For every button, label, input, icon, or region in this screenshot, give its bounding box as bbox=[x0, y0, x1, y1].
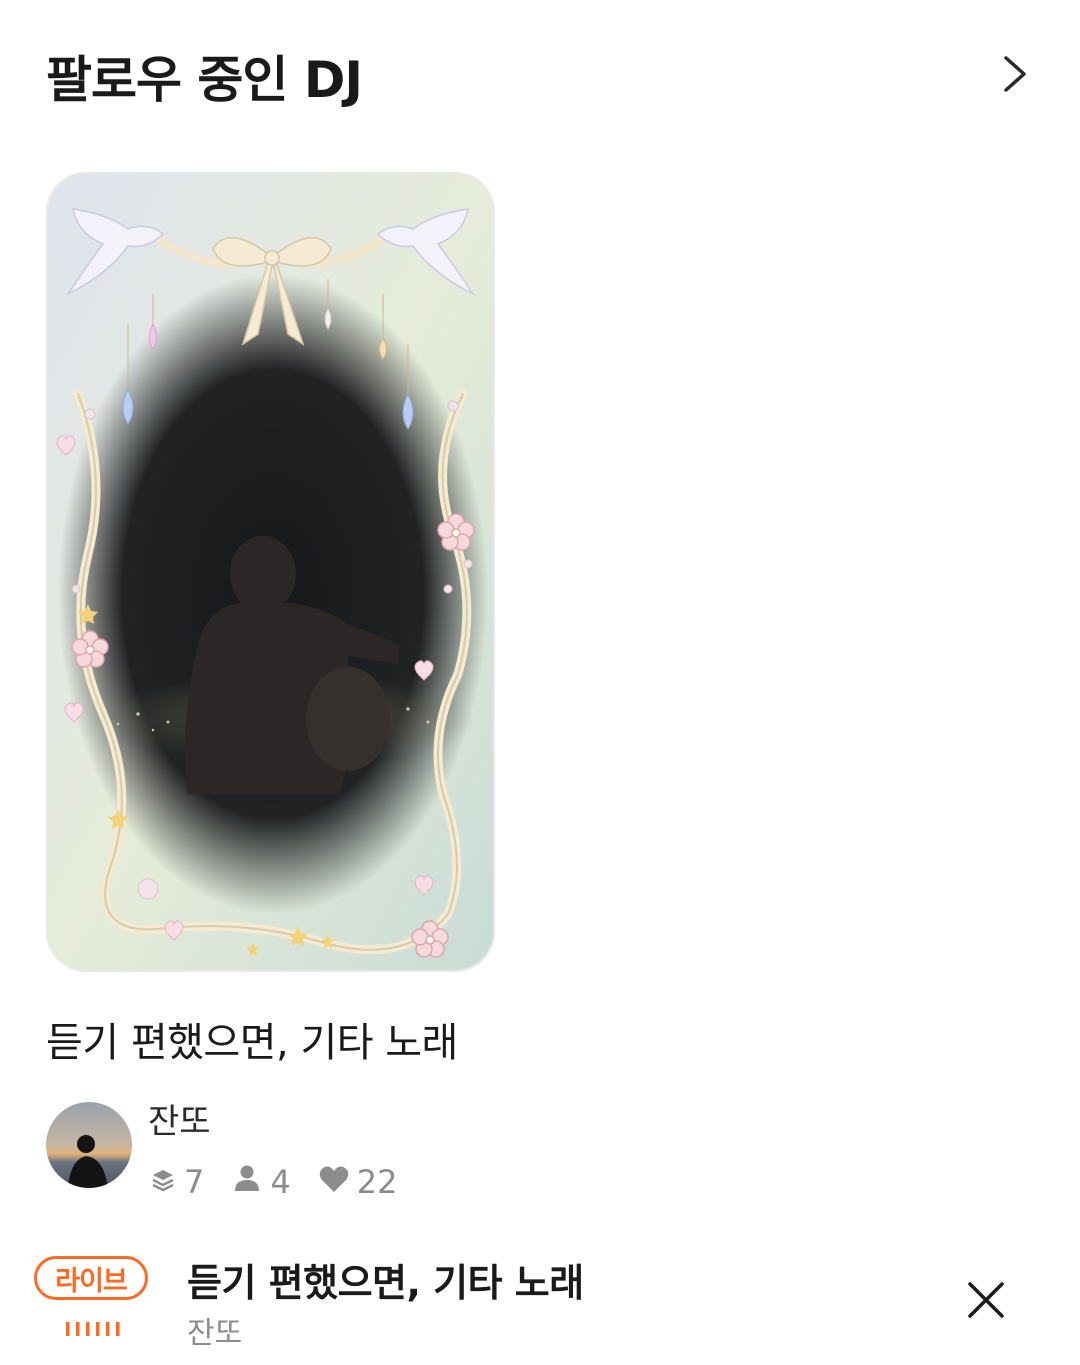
broadcast-thumbnail[interactable] bbox=[46, 172, 495, 972]
layers-icon bbox=[150, 1163, 184, 1201]
dj-name[interactable]: 잔또 bbox=[148, 1094, 211, 1143]
heart-icon bbox=[319, 1163, 357, 1201]
layers-count: 7 bbox=[184, 1163, 205, 1201]
broadcast-stats: 7 4 22 bbox=[150, 1162, 425, 1202]
mini-player[interactable]: 라이브 듣기 편했으면, 기타 노래 잔또 bbox=[0, 1240, 1080, 1365]
layers-stat: 7 bbox=[150, 1163, 204, 1201]
dj-avatar[interactable] bbox=[46, 1102, 132, 1188]
section-title: 팔로우 중인 DJ bbox=[46, 51, 363, 109]
broadcast-title[interactable]: 듣기 편했으면, 기타 노래 bbox=[46, 1010, 458, 1068]
mini-player-title[interactable]: 듣기 편했으면, 기타 노래 bbox=[187, 1252, 584, 1307]
listeners-stat: 4 bbox=[232, 1163, 291, 1201]
section-header: 팔로우 중인 DJ bbox=[0, 0, 1080, 150]
person-icon bbox=[232, 1163, 270, 1201]
equalizer-icon bbox=[64, 1320, 124, 1336]
mini-player-dj: 잔또 bbox=[187, 1316, 243, 1351]
live-badge: 라이브 bbox=[34, 1256, 148, 1300]
chevron-right-icon[interactable] bbox=[992, 50, 1036, 98]
listeners-count: 4 bbox=[270, 1163, 291, 1201]
likes-count: 22 bbox=[356, 1163, 398, 1201]
close-icon[interactable] bbox=[962, 1276, 1010, 1324]
likes-stat: 22 bbox=[319, 1163, 398, 1201]
